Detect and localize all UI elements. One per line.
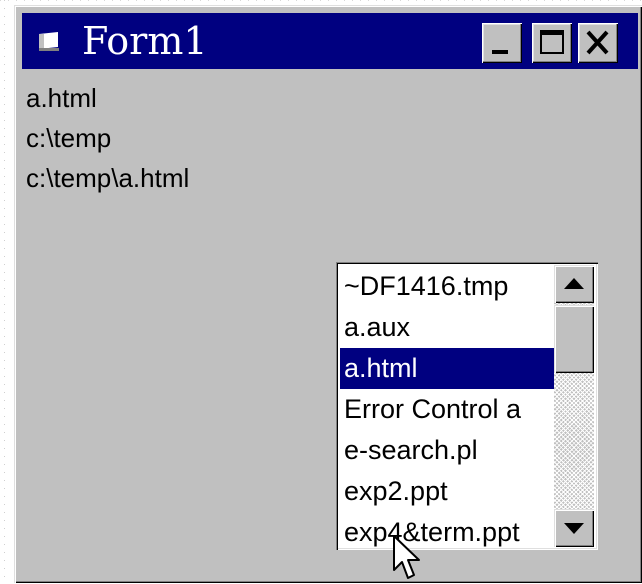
- minimize-button[interactable]: [482, 23, 522, 63]
- list-item[interactable]: exp4&term.ppt: [340, 512, 554, 550]
- list-item[interactable]: Error Control a: [340, 389, 554, 430]
- minimize-icon: [492, 50, 508, 54]
- path-label: c:\temp: [26, 123, 112, 153]
- title-bar[interactable]: Form1: [22, 13, 638, 69]
- scroll-up-button[interactable]: [554, 265, 594, 303]
- arrow-down-icon: [564, 523, 584, 534]
- filename-label: a.html: [26, 83, 97, 113]
- form-icon: [39, 32, 59, 51]
- maximize-button[interactable]: [532, 23, 572, 63]
- arrow-up-icon: [564, 278, 584, 289]
- desktop-grid: [4, 0, 5, 583]
- maximize-icon: [540, 30, 564, 54]
- list-item[interactable]: ~DF1416.tmp: [340, 266, 554, 307]
- file-list-items: ~DF1416.tmp a.aux a.html Error Control a…: [340, 266, 554, 550]
- mouse-pointer-icon: [393, 535, 420, 579]
- list-item[interactable]: a.aux: [340, 307, 554, 348]
- list-item-selected[interactable]: a.html: [340, 348, 554, 389]
- list-item[interactable]: e-search.pl: [340, 430, 554, 471]
- close-button[interactable]: [578, 23, 618, 63]
- window-title: Form1: [82, 19, 208, 63]
- scroll-down-button[interactable]: [554, 509, 594, 547]
- fullpath-label: c:\temp\a.html: [26, 163, 190, 193]
- close-icon: [586, 30, 609, 55]
- vertical-scrollbar[interactable]: [554, 265, 594, 547]
- file-list-box[interactable]: ~DF1416.tmp a.aux a.html Error Control a…: [336, 262, 598, 550]
- list-item[interactable]: exp2.ppt: [340, 471, 554, 512]
- scroll-thumb[interactable]: [554, 305, 594, 373]
